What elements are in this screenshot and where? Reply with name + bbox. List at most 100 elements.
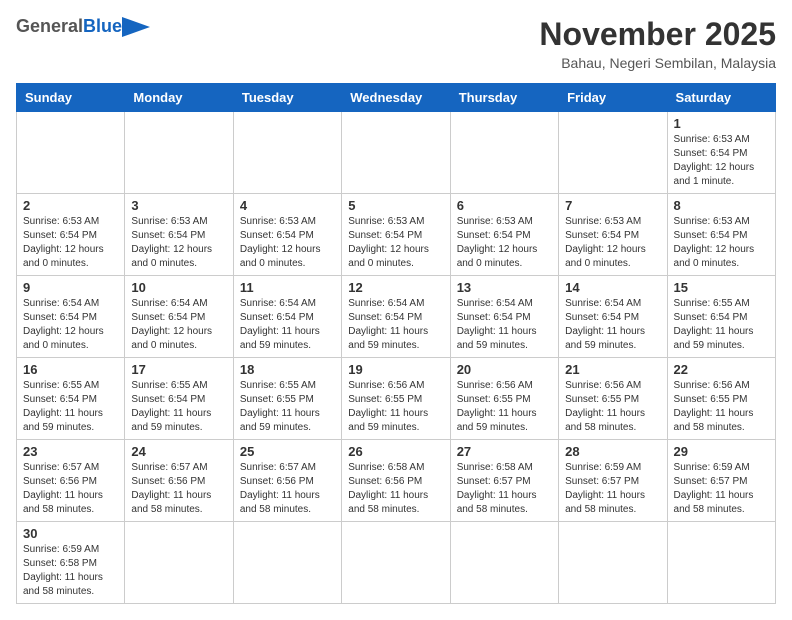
title-area: November 2025 Bahau, Negeri Sembilan, Ma… xyxy=(539,16,776,71)
day-info: Sunrise: 6:53 AM Sunset: 6:54 PM Dayligh… xyxy=(348,215,443,271)
calendar-header-wednesday: Wednesday xyxy=(342,84,450,112)
calendar-cell: 15Sunrise: 6:55 AM Sunset: 6:54 PM Dayli… xyxy=(667,276,775,358)
calendar-cell xyxy=(125,112,233,194)
day-info: Sunrise: 6:55 AM Sunset: 6:55 PM Dayligh… xyxy=(240,379,335,435)
day-info: Sunrise: 6:57 AM Sunset: 6:56 PM Dayligh… xyxy=(240,461,335,517)
day-info: Sunrise: 6:54 AM Sunset: 6:54 PM Dayligh… xyxy=(457,297,552,353)
day-info: Sunrise: 6:54 AM Sunset: 6:54 PM Dayligh… xyxy=(348,297,443,353)
day-info: Sunrise: 6:56 AM Sunset: 6:55 PM Dayligh… xyxy=(565,379,660,435)
day-number: 8 xyxy=(674,198,769,213)
calendar-header-thursday: Thursday xyxy=(450,84,558,112)
day-info: Sunrise: 6:58 AM Sunset: 6:56 PM Dayligh… xyxy=(348,461,443,517)
day-number: 17 xyxy=(131,362,226,377)
day-info: Sunrise: 6:54 AM Sunset: 6:54 PM Dayligh… xyxy=(23,297,118,353)
day-number: 20 xyxy=(457,362,552,377)
day-number: 3 xyxy=(131,198,226,213)
day-info: Sunrise: 6:53 AM Sunset: 6:54 PM Dayligh… xyxy=(457,215,552,271)
day-info: Sunrise: 6:53 AM Sunset: 6:54 PM Dayligh… xyxy=(131,215,226,271)
calendar-cell: 7 Sunrise: 6:53 AM Sunset: 6:54 PM Daylig… xyxy=(559,194,667,276)
calendar-week-row: 16 Sunrise: 6:55 AM Sunset: 6:54 PM Dayli… xyxy=(17,358,776,440)
day-info: Sunrise: 6:56 AM Sunset: 6:55 PM Dayligh… xyxy=(674,379,769,435)
calendar-cell: 26 Sunrise: 6:58 AM Sunset: 6:56 PM Dayli… xyxy=(342,440,450,522)
calendar-cell xyxy=(559,112,667,194)
day-number: 16 xyxy=(23,362,118,377)
day-number: 25 xyxy=(240,444,335,459)
calendar-cell xyxy=(17,112,125,194)
calendar-week-row: 2Sunrise: 6:53 AM Sunset: 6:54 PM Daylig… xyxy=(17,194,776,276)
day-info: Sunrise: 6:59 AM Sunset: 6:57 PM Dayligh… xyxy=(565,461,660,517)
day-number: 5 xyxy=(348,198,443,213)
calendar-cell: 22 Sunrise: 6:56 AM Sunset: 6:55 PM Dayli… xyxy=(667,358,775,440)
day-number: 26 xyxy=(348,444,443,459)
calendar-cell: 6Sunrise: 6:53 AM Sunset: 6:54 PM Daylig… xyxy=(450,194,558,276)
calendar-cell xyxy=(233,522,341,604)
day-number: 28 xyxy=(565,444,660,459)
calendar-cell xyxy=(342,522,450,604)
logo-blue-text: Blue xyxy=(83,16,122,37)
month-title: November 2025 xyxy=(539,16,776,53)
location: Bahau, Negeri Sembilan, Malaysia xyxy=(539,55,776,71)
calendar-cell: 5 Sunrise: 6:53 AM Sunset: 6:54 PM Daylig… xyxy=(342,194,450,276)
calendar-cell: 24Sunrise: 6:57 AM Sunset: 6:56 PM Dayli… xyxy=(125,440,233,522)
day-number: 22 xyxy=(674,362,769,377)
day-info: Sunrise: 6:53 AM Sunset: 6:54 PM Dayligh… xyxy=(674,133,769,189)
calendar-week-row: 1 Sunrise: 6:53 AM Sunset: 6:54 PM Daylig… xyxy=(17,112,776,194)
day-info: Sunrise: 6:55 AM Sunset: 6:54 PM Dayligh… xyxy=(23,379,118,435)
calendar-header-saturday: Saturday xyxy=(667,84,775,112)
calendar-header-friday: Friday xyxy=(559,84,667,112)
day-info: Sunrise: 6:57 AM Sunset: 6:56 PM Dayligh… xyxy=(23,461,118,517)
calendar-table: SundayMondayTuesdayWednesdayThursdayFrid… xyxy=(16,83,776,604)
calendar-cell: 20 Sunrise: 6:56 AM Sunset: 6:55 PM Dayli… xyxy=(450,358,558,440)
calendar-cell: 30Sunrise: 6:59 AM Sunset: 6:58 PM Dayli… xyxy=(17,522,125,604)
day-number: 29 xyxy=(674,444,769,459)
day-number: 23 xyxy=(23,444,118,459)
calendar-cell: 3 Sunrise: 6:53 AM Sunset: 6:54 PM Daylig… xyxy=(125,194,233,276)
calendar-cell: 4 Sunrise: 6:53 AM Sunset: 6:54 PM Daylig… xyxy=(233,194,341,276)
calendar-cell xyxy=(342,112,450,194)
calendar-header-monday: Monday xyxy=(125,84,233,112)
calendar-cell: 10Sunrise: 6:54 AM Sunset: 6:54 PM Dayli… xyxy=(125,276,233,358)
calendar-cell: 19 Sunrise: 6:56 AM Sunset: 6:55 PM Dayli… xyxy=(342,358,450,440)
day-number: 19 xyxy=(348,362,443,377)
calendar-cell: 21Sunrise: 6:56 AM Sunset: 6:55 PM Dayli… xyxy=(559,358,667,440)
day-number: 1 xyxy=(674,116,769,131)
calendar-cell: 18 Sunrise: 6:55 AM Sunset: 6:55 PM Dayli… xyxy=(233,358,341,440)
calendar-week-row: 30Sunrise: 6:59 AM Sunset: 6:58 PM Dayli… xyxy=(17,522,776,604)
day-info: Sunrise: 6:57 AM Sunset: 6:56 PM Dayligh… xyxy=(131,461,226,517)
calendar-cell: 9 Sunrise: 6:54 AM Sunset: 6:54 PM Daylig… xyxy=(17,276,125,358)
logo: General Blue xyxy=(16,16,150,37)
day-info: Sunrise: 6:55 AM Sunset: 6:54 PM Dayligh… xyxy=(131,379,226,435)
calendar-cell xyxy=(559,522,667,604)
day-number: 7 xyxy=(565,198,660,213)
day-info: Sunrise: 6:59 AM Sunset: 6:57 PM Dayligh… xyxy=(674,461,769,517)
day-info: Sunrise: 6:56 AM Sunset: 6:55 PM Dayligh… xyxy=(348,379,443,435)
day-number: 14 xyxy=(565,280,660,295)
day-info: Sunrise: 6:53 AM Sunset: 6:54 PM Dayligh… xyxy=(565,215,660,271)
day-number: 10 xyxy=(131,280,226,295)
calendar-cell: 29 Sunrise: 6:59 AM Sunset: 6:57 PM Dayli… xyxy=(667,440,775,522)
calendar-cell xyxy=(125,522,233,604)
day-number: 12 xyxy=(348,280,443,295)
day-info: Sunrise: 6:53 AM Sunset: 6:54 PM Dayligh… xyxy=(240,215,335,271)
day-number: 11 xyxy=(240,280,335,295)
day-number: 27 xyxy=(457,444,552,459)
page-header: General Blue November 2025 Bahau, Negeri… xyxy=(16,16,776,71)
calendar-header-tuesday: Tuesday xyxy=(233,84,341,112)
day-number: 4 xyxy=(240,198,335,213)
calendar-cell: 17 Sunrise: 6:55 AM Sunset: 6:54 PM Dayli… xyxy=(125,358,233,440)
calendar-header-sunday: Sunday xyxy=(17,84,125,112)
logo-general-text: General xyxy=(16,16,83,37)
day-number: 30 xyxy=(23,526,118,541)
day-number: 18 xyxy=(240,362,335,377)
day-info: Sunrise: 6:56 AM Sunset: 6:55 PM Dayligh… xyxy=(457,379,552,435)
day-info: Sunrise: 6:55 AM Sunset: 6:54 PM Dayligh… xyxy=(674,297,769,353)
calendar-cell: 13Sunrise: 6:54 AM Sunset: 6:54 PM Dayli… xyxy=(450,276,558,358)
calendar-cell: 23 Sunrise: 6:57 AM Sunset: 6:56 PM Dayli… xyxy=(17,440,125,522)
day-number: 9 xyxy=(23,280,118,295)
day-info: Sunrise: 6:58 AM Sunset: 6:57 PM Dayligh… xyxy=(457,461,552,517)
calendar-cell: 2Sunrise: 6:53 AM Sunset: 6:54 PM Daylig… xyxy=(17,194,125,276)
calendar-cell: 1 Sunrise: 6:53 AM Sunset: 6:54 PM Daylig… xyxy=(667,112,775,194)
day-info: Sunrise: 6:54 AM Sunset: 6:54 PM Dayligh… xyxy=(240,297,335,353)
calendar-week-row: 9 Sunrise: 6:54 AM Sunset: 6:54 PM Daylig… xyxy=(17,276,776,358)
day-info: Sunrise: 6:53 AM Sunset: 6:54 PM Dayligh… xyxy=(674,215,769,271)
